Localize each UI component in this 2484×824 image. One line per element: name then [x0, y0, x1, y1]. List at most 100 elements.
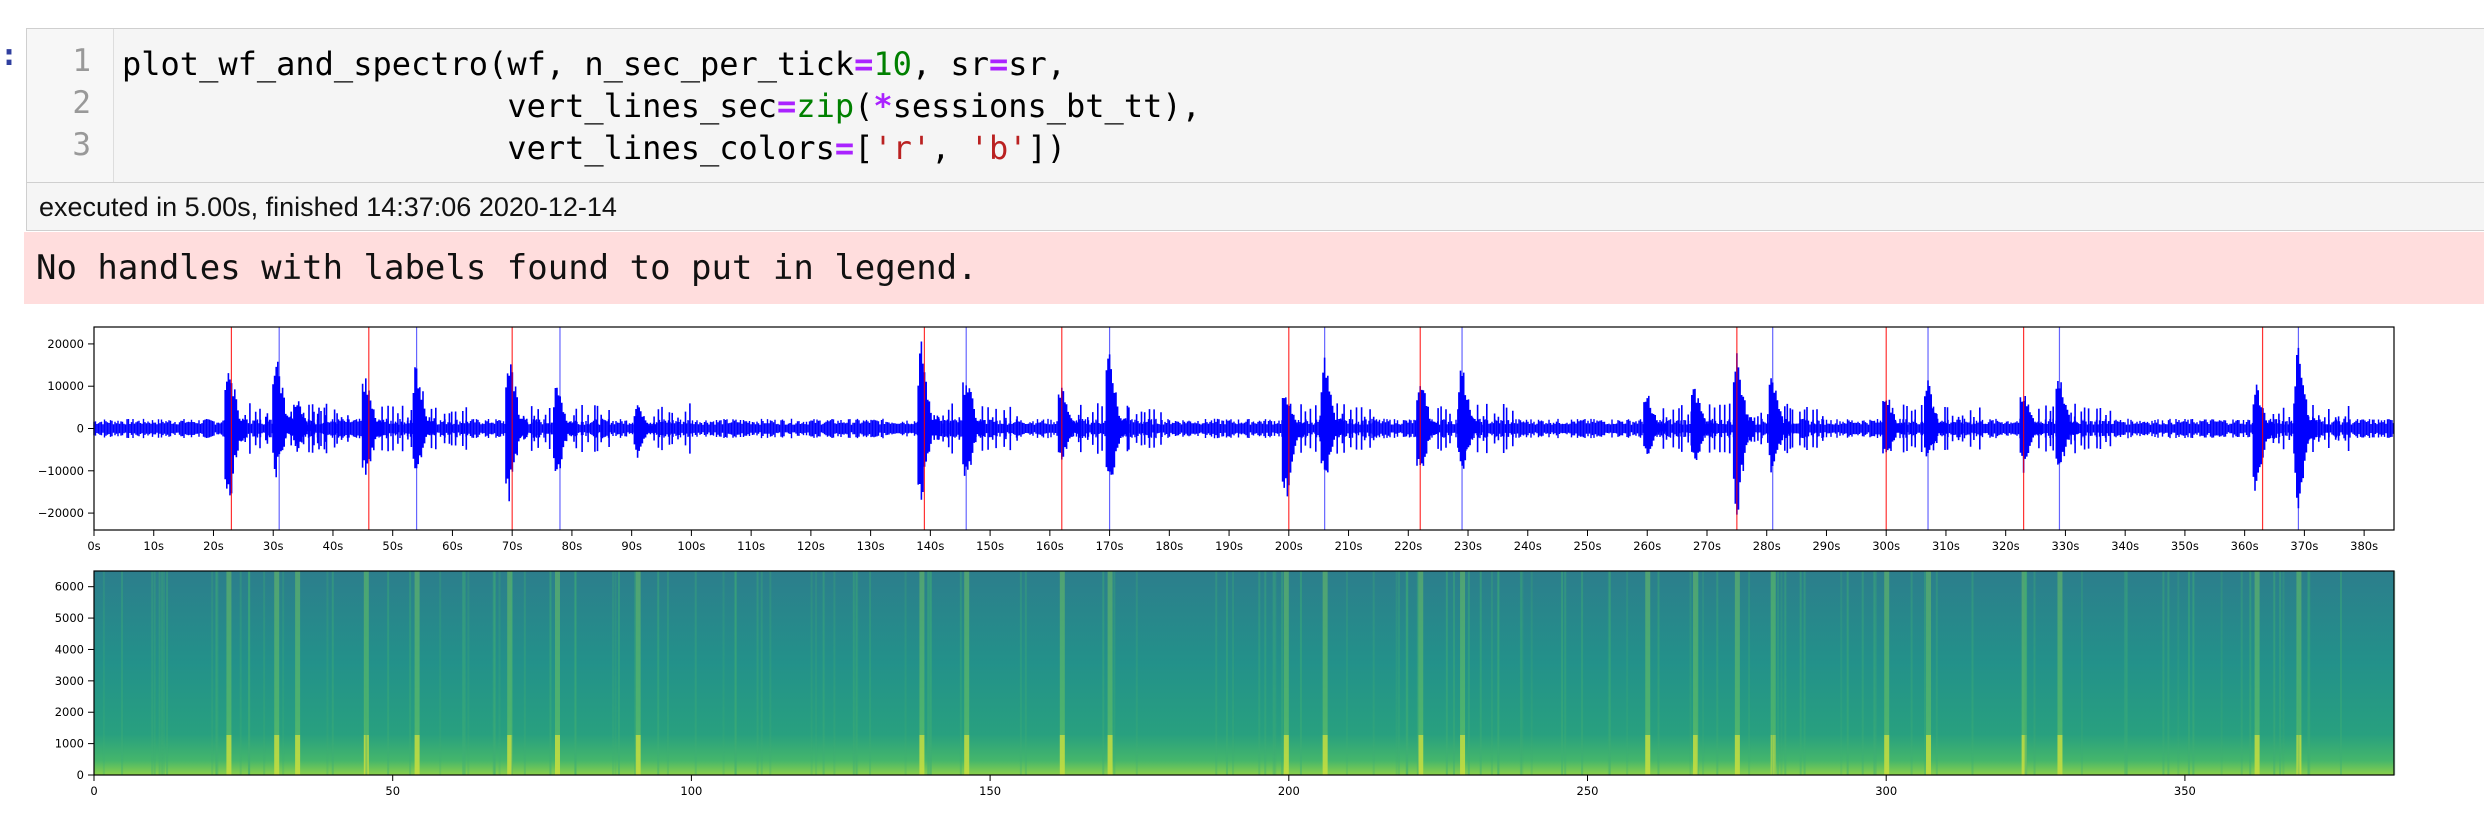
stderr-text: No handles with labels found to put in l…	[36, 248, 978, 288]
spectrogram-faint-streak	[833, 571, 836, 775]
spectrogram-streak-low	[1734, 735, 1740, 775]
spectrogram-faint-streak	[1971, 571, 1974, 775]
line-number: 1	[72, 43, 91, 79]
spectrogram-streak-low	[414, 735, 420, 775]
spectrogram-faint-streak	[158, 571, 161, 775]
spectrogram-faint-streak	[492, 571, 495, 775]
spectrogram-streak-low	[226, 735, 232, 775]
spectrogram-faint-streak	[239, 571, 242, 775]
spectrogram-streak-low	[1059, 735, 1065, 775]
x-tick-label: 120s	[797, 539, 825, 553]
spectrogram-image	[94, 571, 2394, 775]
code-token: , sr	[911, 45, 989, 83]
y-tick-label: 5000	[55, 611, 84, 625]
spectrogram-faint-streak	[1019, 571, 1022, 775]
spectrogram-faint-streak	[1274, 571, 1277, 775]
spectrogram-streak-low	[1283, 735, 1289, 775]
code-editor[interactable]: plot_wf_and_spectro(wf, n_sec_per_tick=1…	[122, 43, 1201, 169]
x-tick-label: 170s	[1096, 539, 1124, 553]
spectrogram-faint-streak	[1846, 571, 1849, 775]
spectrogram-faint-streak	[722, 571, 725, 775]
x-tick-label: 380s	[2350, 539, 2378, 553]
spectrogram-faint-streak	[365, 571, 368, 775]
waveform-burst	[1320, 357, 1375, 473]
spectrogram-faint-streak	[869, 571, 872, 775]
execution-info-text: executed in 5.00s, finished 14:37:06 202…	[39, 192, 617, 222]
x-tick-label: 190s	[1215, 539, 1243, 553]
execution-info: executed in 5.00s, finished 14:37:06 202…	[26, 183, 2484, 231]
spectrogram-faint-streak	[1416, 571, 1419, 775]
spectrogram-faint-streak	[1840, 571, 1843, 775]
code-token: =	[777, 87, 797, 125]
x-tick-label: 250	[1577, 784, 1599, 798]
x-tick-label: 90s	[621, 539, 642, 553]
code-token: [	[854, 129, 874, 167]
x-tick-label: 40s	[323, 539, 344, 553]
spectrogram-streak-low	[2254, 735, 2260, 775]
x-tick-label: 10s	[143, 539, 164, 553]
line-number-gutter: 1 2 3	[27, 29, 114, 182]
x-tick-label: 330s	[2051, 539, 2079, 553]
spectrogram-faint-streak	[1581, 571, 1584, 775]
spectrogram-faint-streak	[2308, 571, 2311, 775]
code-token: plot_wf_and_spectro(wf, n_sec_per_tick	[122, 45, 855, 83]
spectrogram-faint-streak	[822, 571, 825, 775]
code-token: sr,	[1008, 45, 1067, 83]
x-tick-label: 230s	[1454, 539, 1482, 553]
spectrogram-faint-streak	[1935, 571, 1938, 775]
x-tick-label: 320s	[1992, 539, 2020, 553]
spectrogram-faint-streak	[2192, 571, 2195, 775]
spectrogram-faint-streak	[2080, 571, 2083, 775]
spectrogram-faint-streak	[162, 571, 165, 775]
y-tick-label: 3000	[55, 674, 84, 688]
spectrogram-faint-streak	[387, 571, 390, 775]
code-token: =	[988, 45, 1009, 83]
y-tick-label: −10000	[38, 464, 84, 478]
x-tick-label: 150s	[976, 539, 1004, 553]
spectrogram-faint-streak	[102, 571, 105, 775]
code-token: vert_lines_colors	[122, 129, 835, 167]
spectrogram-faint-streak	[574, 571, 577, 775]
spectrogram-streak-low	[295, 735, 301, 775]
x-tick-label: 80s	[562, 539, 583, 553]
spectrogram-faint-streak	[1497, 571, 1500, 775]
spectrogram-faint-streak	[657, 571, 660, 775]
spectrogram-faint-streak	[216, 571, 219, 775]
code-line: vert_lines_sec=zip(*sessions_bt_tt),	[122, 85, 1201, 127]
spectrogram-faint-streak	[263, 571, 266, 775]
code-cell-input[interactable]: 1 2 3 plot_wf_and_spectro(wf, n_sec_per_…	[26, 28, 2484, 183]
spectrogram-faint-streak	[2162, 571, 2165, 775]
y-tick-label: 20000	[47, 337, 84, 351]
x-tick-label: 140s	[916, 539, 944, 553]
code-token: =	[834, 129, 855, 167]
x-tick-label: 310s	[1932, 539, 1960, 553]
spectrogram-faint-streak	[1258, 571, 1261, 775]
spectrogram-faint-streak	[2249, 571, 2252, 775]
spectrogram-faint-streak	[2025, 571, 2028, 775]
stderr-output: No handles with labels found to put in l…	[24, 232, 2484, 304]
x-tick-label: 0	[90, 784, 97, 798]
spectrogram-faint-streak	[1873, 571, 1876, 775]
spectrogram-faint-streak	[2167, 571, 2170, 775]
spectrogram-faint-streak	[161, 571, 164, 775]
waveform-burst	[1105, 354, 1162, 475]
x-tick-label: 270s	[1693, 539, 1721, 553]
spectrogram-faint-streak	[153, 571, 156, 775]
x-tick-label: 110s	[737, 539, 765, 553]
x-tick-label: 50	[385, 784, 400, 798]
spectrogram-faint-streak	[2187, 571, 2190, 775]
spectrogram-faint-streak	[1696, 571, 1699, 775]
code-token: vert_lines_sec	[122, 87, 778, 125]
x-tick-label: 280s	[1753, 539, 1781, 553]
waveform-burst	[412, 367, 468, 469]
y-tick-label: 2000	[55, 705, 84, 719]
code-token: sessions_bt_tt),	[892, 87, 1201, 125]
y-tick-label: 0	[77, 768, 84, 782]
spectrogram-faint-streak	[2220, 571, 2223, 775]
spectrogram-faint-streak	[2240, 571, 2243, 775]
spectrogram-faint-streak	[928, 571, 931, 775]
spectrogram-faint-streak	[2033, 571, 2036, 775]
spectrogram-faint-streak	[815, 571, 818, 775]
x-tick-label: 0s	[87, 539, 100, 553]
x-tick-label: 260s	[1633, 539, 1661, 553]
